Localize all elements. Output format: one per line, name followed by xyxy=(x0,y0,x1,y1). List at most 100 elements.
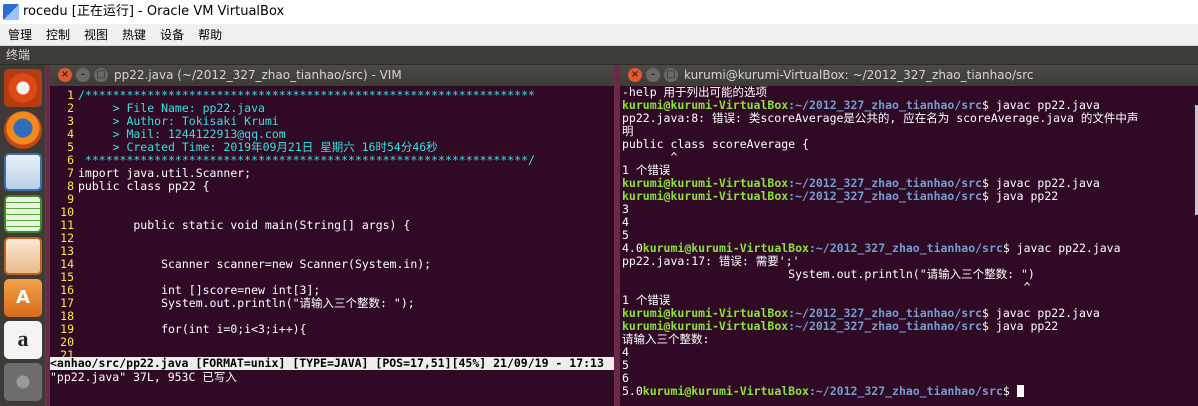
vim-titlebar[interactable]: × – □ pp22.java (~/2012_327_zhao_tianhao… xyxy=(50,65,614,86)
minimize-icon[interactable]: – xyxy=(76,68,90,82)
terminal-window[interactable]: × – □ kurumi@kurumi-VirtualBox: ~/2012_3… xyxy=(620,65,1198,406)
vim-code-line: 19 for(int i=0;i<3;i++){ xyxy=(50,323,614,336)
terminal-line: kurumi@kurumi-VirtualBox:~/2012_327_zhao… xyxy=(622,190,1198,203)
settings-icon[interactable] xyxy=(4,363,42,401)
menu-help[interactable]: 帮助 xyxy=(192,24,228,46)
vim-code-line: 10 xyxy=(50,206,614,219)
code-text: > Author: Tokisaki Krumi xyxy=(78,115,279,128)
menu-devices[interactable]: 设备 xyxy=(154,24,190,46)
code-text: > Mail: 1244122913@qq.com xyxy=(78,128,286,141)
command-text: $ java pp22 xyxy=(982,320,1059,333)
terminal-output-text: pp22.java:17: 错误: 需要';' xyxy=(622,255,800,268)
libreoffice-writer-icon[interactable] xyxy=(4,153,42,191)
line-number: 4 xyxy=(67,128,74,141)
vim-code-line: 14 Scanner scanner=new Scanner(System.in… xyxy=(50,258,614,271)
prompt-user: kurumi@kurumi-VirtualBox xyxy=(622,99,789,112)
vim-code-line: 13 xyxy=(50,245,614,258)
terminal-line: 1 个错误 xyxy=(622,294,1198,307)
code-text: > File Name: pp22.java xyxy=(78,102,265,115)
vim-code-line: 18 xyxy=(50,310,614,323)
terminal-titlebar[interactable]: × – □ kurumi@kurumi-VirtualBox: ~/2012_3… xyxy=(620,65,1198,86)
vim-code-line: 15 xyxy=(50,271,614,284)
terminal-line: kurumi@kurumi-VirtualBox:~/2012_327_zhao… xyxy=(622,320,1198,333)
firefox-icon[interactable] xyxy=(4,111,42,149)
line-number: 17 xyxy=(60,297,74,310)
line-number: 14 xyxy=(60,258,74,271)
command-text: $ javac pp22.java xyxy=(982,307,1100,320)
command-text: $ javac pp22.java xyxy=(982,99,1100,112)
line-number: 20 xyxy=(60,336,74,349)
line-number: 9 xyxy=(67,193,74,206)
prompt-user: kurumi@kurumi-VirtualBox xyxy=(622,307,789,320)
menu-view[interactable]: 视图 xyxy=(78,24,114,46)
menu-control[interactable]: 控制 xyxy=(40,24,76,46)
prompt-user: kurumi@kurumi-VirtualBox xyxy=(622,320,789,333)
line-number: 5 xyxy=(67,141,74,154)
line-number: 6 xyxy=(67,154,74,167)
guest-topbar: 终端 xyxy=(0,46,1198,65)
menu-manage[interactable]: 管理 xyxy=(2,24,38,46)
vim-code-line: 7 import java.util.Scanner; xyxy=(50,167,614,180)
maximize-icon[interactable]: □ xyxy=(664,68,678,82)
code-text: for(int i=0;i<3;i++){ xyxy=(78,323,307,336)
terminal-output[interactable]: -help 用于列出可能的选项 kurumi@kurumi-VirtualBox:… xyxy=(620,86,1198,398)
terminal-line: System.out.println("请输入三个整数: ") xyxy=(622,268,1198,281)
terminal-line: kurumi@kurumi-VirtualBox:~/2012_327_zhao… xyxy=(622,307,1198,320)
terminal-output-text: public class scoreAverage { xyxy=(622,138,809,151)
libreoffice-calc-icon[interactable] xyxy=(4,195,42,233)
vim-window[interactable]: × – □ pp22.java (~/2012_327_zhao_tianhao… xyxy=(50,65,614,406)
prompt-user: kurumi@kurumi-VirtualBox xyxy=(622,190,789,203)
prompt-path: :~/2012_327_zhao_tianhao/src xyxy=(788,307,983,320)
ubuntu-dash-icon[interactable] xyxy=(4,69,42,107)
terminal-line: 4 xyxy=(622,216,1198,229)
terminal-line: 请输入三个整数: xyxy=(622,333,1198,346)
terminal-line: 1 个错误 xyxy=(622,164,1198,177)
minimize-icon[interactable]: – xyxy=(646,68,660,82)
vim-code-line: 16 int []score=new int[3]; xyxy=(50,284,614,297)
vim-code-line: 8 public class pp22 { xyxy=(50,180,614,193)
code-text: System.out.println("请输入三个整数: "); xyxy=(78,297,415,310)
unity-launcher: A a xyxy=(0,65,46,406)
close-icon[interactable]: × xyxy=(628,68,642,82)
menu-hotkeys[interactable]: 热键 xyxy=(116,24,152,46)
line-number: 19 xyxy=(60,323,74,336)
close-icon[interactable]: × xyxy=(58,68,72,82)
vim-code-line: 3 > Author: Tokisaki Krumi xyxy=(50,115,614,128)
terminal-output-text: 1 个错误 xyxy=(622,294,671,307)
terminal-output-text: 4 xyxy=(622,346,629,359)
virtualbox-menubar: 管理 控制 视图 热键 设备 帮助 xyxy=(0,24,1198,46)
maximize-icon[interactable]: □ xyxy=(94,68,108,82)
vim-code-line: 4 > Mail: 1244122913@qq.com xyxy=(50,128,614,141)
virtualbox-titlebar: rocedu [正在运行] - Oracle VM VirtualBox xyxy=(0,0,1198,24)
vim-window-title: pp22.java (~/2012_327_zhao_tianhao/src) … xyxy=(114,68,402,82)
line-number: 12 xyxy=(60,232,74,245)
line-number: 1 xyxy=(67,89,74,102)
terminal-output-text: -help 用于列出可能的选项 xyxy=(622,86,768,99)
prompt-path: :~/2012_327_zhao_tianhao/src xyxy=(788,99,983,112)
terminal-line: ^ xyxy=(622,281,1198,294)
prompt-path: :~/2012_327_zhao_tianhao/src xyxy=(788,190,983,203)
code-text: > Created Time: 2019年09月21日 星期六 16时54分46… xyxy=(78,141,438,154)
terminal-line: 4.0kurumi@kurumi-VirtualBox:~/2012_327_z… xyxy=(622,242,1198,255)
line-number: 8 xyxy=(67,180,74,193)
terminal-line: 5 xyxy=(622,229,1198,242)
virtualbox-app-icon xyxy=(3,4,19,20)
prompt-path: :~/2012_327_zhao_tianhao/src xyxy=(788,177,983,190)
code-text: Scanner scanner=new Scanner(System.in); xyxy=(78,258,432,271)
terminal-line: 6 xyxy=(622,372,1198,385)
vim-editor-buffer[interactable]: 1 /**************************************… xyxy=(50,86,614,362)
code-text: public class pp22 { xyxy=(78,180,210,193)
terminal-line: 明 xyxy=(622,125,1198,138)
vim-code-line: 9 xyxy=(50,193,614,206)
terminal-line: pp22.java:17: 错误: 需要';' xyxy=(622,255,1198,268)
software-center-icon[interactable]: A xyxy=(4,279,42,317)
terminal-output-text: 5 xyxy=(622,229,629,242)
terminal-line: 5 xyxy=(622,359,1198,372)
terminal-cursor xyxy=(1016,385,1024,397)
libreoffice-impress-icon[interactable] xyxy=(4,237,42,275)
terminal-line: kurumi@kurumi-VirtualBox:~/2012_327_zhao… xyxy=(622,177,1198,190)
amazon-icon[interactable]: a xyxy=(4,321,42,359)
vim-message-line: "pp22.java" 37L, 953C 已写入 xyxy=(50,370,237,384)
terminal-output-text: 1 个错误 xyxy=(622,164,671,177)
command-text: $ javac pp22.java xyxy=(1002,242,1121,255)
